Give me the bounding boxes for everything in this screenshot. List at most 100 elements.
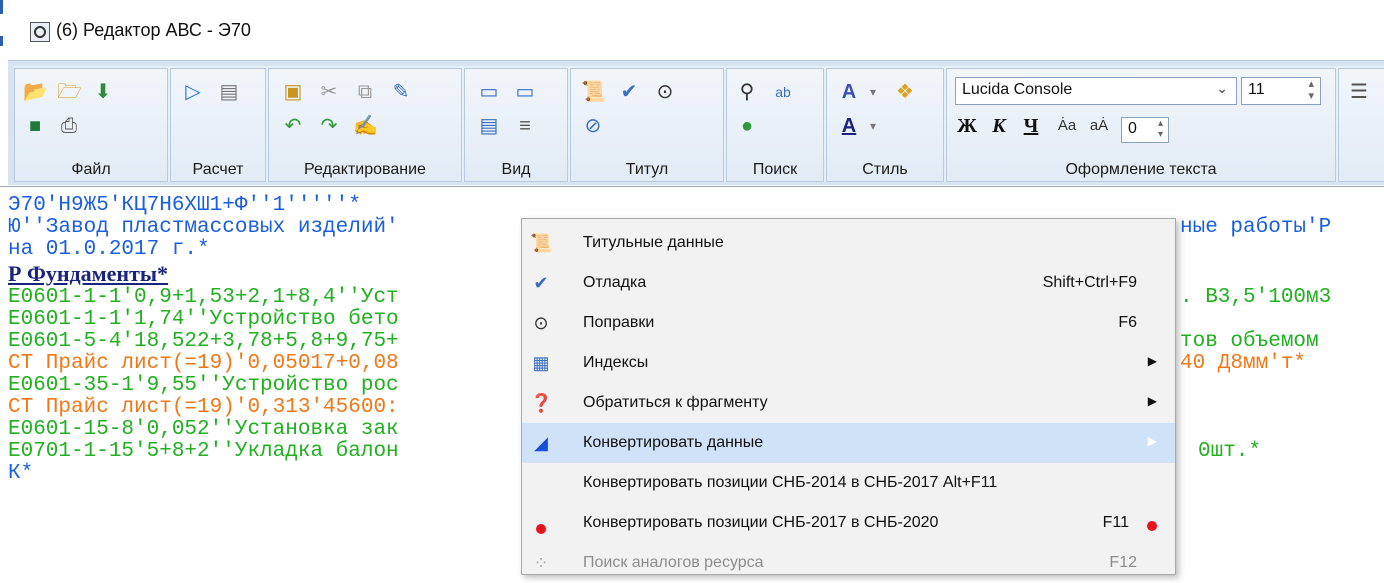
menu-item-convert-2014-2017[interactable]: Конвертировать позиции СНБ-2014 в СНБ-20… <box>522 463 1175 503</box>
split-vertical-icon[interactable]: ▭ <box>513 81 537 103</box>
window-edge-marker <box>0 36 3 46</box>
undo-icon[interactable]: ↶ <box>281 115 305 137</box>
menu-item-label: Титульные данные <box>583 234 724 251</box>
editor-line-tail: 40 Д8мм'т* <box>1180 352 1307 375</box>
corrections-icon[interactable]: ⊙ <box>653 81 677 103</box>
title-data-icon: 📜 <box>530 233 553 253</box>
menu-item-convert-2017-2020[interactable]: Конвертировать позиции СНБ-2017 в СНБ-20… <box>522 503 1175 543</box>
editor-line: Е0601-5-4'18,522+3,78+5,8+9,75+ <box>8 330 399 353</box>
chevron-down-icon: ⌄ <box>1216 80 1228 96</box>
menu-item-corrections[interactable]: ⊙ Поправки F6 <box>522 303 1175 343</box>
spellcheck-icon[interactable]: ✔ <box>617 81 641 103</box>
font-name-select[interactable]: Lucida Console ⌄ <box>955 77 1237 105</box>
ribbon-group-overflow: ☰ <box>1338 68 1384 182</box>
save-icon[interactable]: ■ <box>23 115 47 137</box>
split-horizontal-icon[interactable]: ▭ <box>477 81 501 103</box>
color-bulb-icon[interactable]: ❖ <box>893 81 917 103</box>
spellcheck-icon: ✔ <box>533 273 549 293</box>
editor-line: К* <box>8 462 34 485</box>
editor-line: СТ Прайс лист(=19)'0,05017+0,08 <box>8 352 399 375</box>
navigate-icon[interactable]: ● <box>735 115 759 137</box>
open-folder-icon[interactable]: 📂 <box>23 81 48 103</box>
font-size-value: 11 <box>1248 81 1265 98</box>
paste-icon[interactable]: ▣ <box>281 81 305 103</box>
font-size-spinner[interactable]: 11 ▴ ▾ <box>1241 77 1321 105</box>
menu-item-shortcut: F11 <box>1102 514 1129 531</box>
layout-icon[interactable]: ▤ <box>477 115 501 137</box>
ribbon-group-label: Стиль <box>862 161 908 178</box>
shrink-font-icon[interactable]: aȦ <box>1087 115 1111 137</box>
submenu-arrow-icon: ▶ <box>1147 434 1157 448</box>
ribbon-group-label: Расчет <box>192 161 244 178</box>
menu-item-label: Поправки <box>583 314 655 331</box>
ribbon-group-style: A ▾ ❖ A ▾ Стиль <box>826 68 944 182</box>
styles-icon[interactable]: A <box>837 81 861 103</box>
copy-icon[interactable]: ⧉ <box>353 81 377 103</box>
list-icon[interactable]: ≡ <box>513 115 537 137</box>
menu-item-indexes[interactable]: ▦ Индексы ▶ <box>522 343 1175 383</box>
menu-item-shortcut: F12 <box>1109 554 1137 571</box>
spacing-value: 0 <box>1128 120 1137 137</box>
spinner-arrows-icon[interactable]: ▴ ▾ <box>1158 118 1163 140</box>
window-edge-marker <box>0 0 3 14</box>
grow-font-icon[interactable]: Ȧa <box>1055 115 1079 137</box>
red-dot-icon <box>1147 518 1157 536</box>
title-bar: (6) Редактор АВС - Э70 <box>0 0 1384 60</box>
ribbon-group-edit: ▣ ✂ ⧉ ✎ ↶ ↷ ✍ Редактирование <box>268 68 462 182</box>
ribbon-group-text-format: Lucida Console ⌄ 11 ▴ ▾ Ж К Ч Ȧa aȦ 0 ▴ ▾ … <box>946 68 1336 182</box>
cut-icon[interactable]: ✂ <box>317 81 341 103</box>
help-circle-icon: ❓ <box>530 393 553 413</box>
editor-line-tail: тов объемом <box>1180 330 1319 353</box>
menu-item-title-data[interactable]: 📜 Титульные данные <box>522 223 1175 263</box>
find-replace-icon[interactable]: ✍ <box>353 115 378 137</box>
replace-icon[interactable]: ab <box>771 81 795 103</box>
menu-item-label: Конвертировать позиции СНБ-2014 в СНБ-20… <box>583 474 998 491</box>
ribbon-group-label: Редактирование <box>304 161 426 178</box>
editor-line: Е0701-1-15'5+8+2''Укладка балон <box>8 440 399 463</box>
bold-button[interactable]: Ж <box>955 115 979 137</box>
title-scroll-icon[interactable]: 📜 <box>581 81 606 103</box>
indexes-icon: ▦ <box>532 353 550 373</box>
red-dot-icon <box>530 517 552 539</box>
redo-icon[interactable]: ↷ <box>317 115 341 137</box>
ribbon-group-label: Титул <box>625 161 669 178</box>
editor-line: Э70'Н9Ж5'КЦ7Н6ХШ1+Ф''1'''''* <box>8 194 361 217</box>
list-format-icon[interactable]: ☰ <box>1347 81 1371 103</box>
font-color-icon[interactable]: A <box>837 115 861 137</box>
chevron-down-icon[interactable]: ▾ <box>861 81 885 103</box>
spinner-arrows-icon[interactable]: ▴ ▾ <box>1308 78 1314 102</box>
menu-item-label: Отладка <box>583 274 647 291</box>
folder-star-icon[interactable]: 🗁 <box>57 81 82 103</box>
editor-line-tail: . В3,5'100м3 <box>1180 286 1332 309</box>
font-name-value: Lucida Console <box>962 81 1073 98</box>
editor-line: Е0601-15-8'0,052''Установка зак <box>8 418 399 441</box>
edit-notes-icon[interactable]: ✎ <box>389 81 413 103</box>
run-icon[interactable]: ▷ <box>181 81 205 103</box>
app-icon <box>30 22 50 42</box>
menu-item-go-to-fragment[interactable]: ❓ Обратиться к фрагменту ▶ <box>522 383 1175 423</box>
context-menu: 📜 Титульные данные ✔ Отладка Shift+Ctrl+… <box>521 218 1176 575</box>
menu-item-label: Конвертировать данные <box>583 434 764 451</box>
editor-line: Е0601-1-1'0,9+1,53+2,1+8,4''Уст <box>8 286 399 309</box>
editor-line-tail: ные работы'Р <box>1180 216 1332 239</box>
underline-button[interactable]: Ч <box>1019 115 1043 137</box>
spacing-spinner[interactable]: 0 ▴ ▾ <box>1121 117 1169 143</box>
menu-item-label: Конвертировать позиции СНБ-2017 в СНБ-20… <box>583 514 939 531</box>
compass-icon[interactable]: ⊘ <box>581 115 605 137</box>
print-icon[interactable]: ⎙ <box>57 115 81 137</box>
window-title: (6) Редактор АВС - Э70 <box>56 20 251 40</box>
download-icon[interactable]: ⬇ <box>91 81 115 103</box>
binoculars-icon[interactable]: ⚲ <box>735 81 759 103</box>
page-icon[interactable]: ▤ <box>217 81 241 103</box>
editor-line-tail: 0шт.* <box>1198 440 1262 463</box>
corrections-icon: ⊙ <box>533 313 549 333</box>
ribbon-group-file: 📂 🗁 ⬇ ■ ⎙ Файл <box>14 68 168 182</box>
chevron-down-icon[interactable]: ▾ <box>861 115 885 137</box>
menu-item-convert-data[interactable]: ◢ Конвертировать данные ▶ <box>522 423 1175 463</box>
menu-item-label: Индексы <box>583 354 649 371</box>
submenu-arrow-icon: ▶ <box>1147 394 1157 408</box>
ribbon-group-search: ⚲ ab ● Поиск <box>726 68 824 182</box>
italic-button[interactable]: К <box>987 115 1011 137</box>
ribbon-group-label: Оформление текста <box>1065 161 1217 178</box>
menu-item-debug[interactable]: ✔ Отладка Shift+Ctrl+F9 <box>522 263 1175 303</box>
